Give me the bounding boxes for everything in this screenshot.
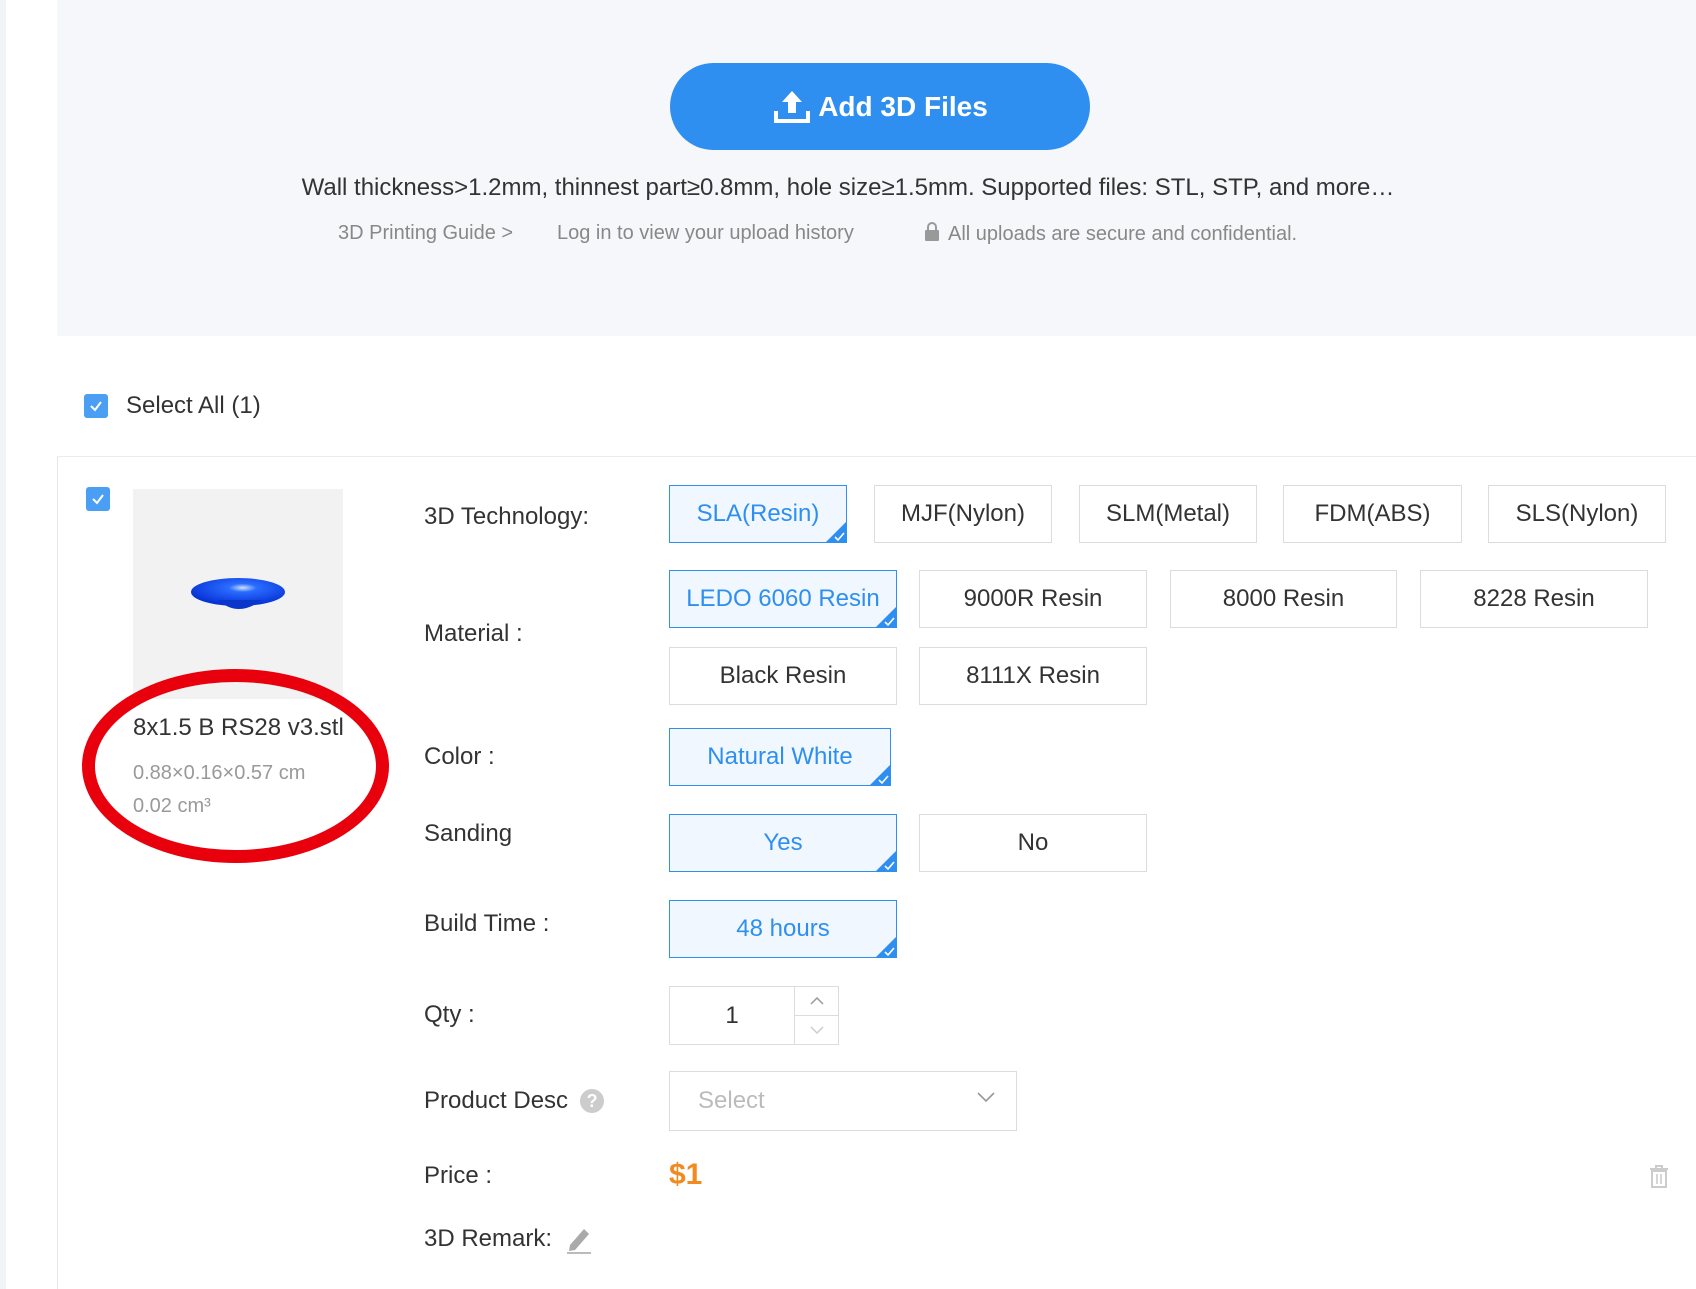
product-desc-label: Product Desc ? — [424, 1087, 605, 1115]
secure-note: All uploads are secure and confidential. — [924, 222, 1297, 246]
select-all-checkbox[interactable] — [84, 394, 108, 418]
quantity-stepper[interactable]: 1 — [669, 986, 839, 1045]
select-all-label: Select All (1) — [126, 392, 261, 419]
check-icon — [90, 401, 102, 412]
material-option-black[interactable]: Black Resin — [669, 647, 897, 705]
upload-history-link[interactable]: Log in to view your upload history — [557, 222, 854, 245]
option-label: 48 hours — [736, 915, 830, 942]
option-label: 9000R Resin — [963, 585, 1103, 612]
option-label: LEDO 6060 Resin — [686, 585, 880, 612]
option-label: 8228 Resin — [1473, 585, 1595, 612]
check-icon — [878, 775, 889, 785]
select-all[interactable]: Select All (1) — [84, 392, 261, 420]
item-checkbox[interactable] — [86, 487, 110, 511]
chevron-down-icon — [809, 1026, 824, 1035]
chevron-up-icon — [809, 996, 824, 1005]
material-option-8228[interactable]: 8228 Resin — [1420, 570, 1648, 628]
material-option-9000r[interactable]: 9000R Resin — [919, 570, 1147, 628]
add-3d-files-button[interactable]: Add 3D Files — [670, 63, 1090, 150]
option-label: MJF(Nylon) — [901, 500, 1025, 527]
upload-area — [57, 0, 1696, 336]
edit-icon[interactable] — [564, 1223, 594, 1255]
technology-option-sla[interactable]: SLA(Resin) — [669, 485, 847, 543]
color-label: Color : — [424, 743, 495, 770]
option-label: 8000 Resin — [1222, 585, 1345, 612]
trash-icon[interactable] — [1647, 1163, 1671, 1189]
qty-label: Qty : — [424, 1001, 475, 1028]
technology-option-mjf[interactable]: MJF(Nylon) — [874, 485, 1052, 543]
remark-text: 3D Remark: — [424, 1225, 553, 1252]
option-label: FDM(ABS) — [1314, 500, 1431, 527]
technology-label: 3D Technology: — [424, 503, 589, 530]
check-icon — [884, 861, 895, 871]
option-label: No — [1017, 829, 1049, 856]
build-time-label: Build Time : — [424, 910, 550, 937]
technology-option-fdm[interactable]: FDM(ABS) — [1283, 485, 1462, 543]
option-label: SLS(Nylon) — [1515, 500, 1639, 527]
upload-icon — [774, 90, 811, 123]
check-icon — [92, 494, 104, 505]
sanding-label: Sanding — [424, 820, 513, 847]
material-option-ledo-6060[interactable]: LEDO 6060 Resin — [669, 570, 897, 628]
option-label: SLM(Metal) — [1105, 500, 1231, 527]
upload-hint: Wall thickness>1.2mm, thinnest part≥0.8m… — [301, 174, 1395, 201]
model-thumbnail[interactable] — [133, 489, 343, 699]
divider — [57, 456, 1696, 457]
check-icon — [884, 617, 895, 627]
option-label: SLA(Resin) — [696, 500, 820, 527]
quantity-value[interactable]: 1 — [670, 987, 795, 1044]
material-option-8111x[interactable]: 8111X Resin — [919, 647, 1147, 705]
option-label: Natural White — [707, 743, 853, 770]
printing-guide-link[interactable]: 3D Printing Guide > — [338, 222, 513, 245]
select-placeholder: Select — [698, 1087, 765, 1114]
material-label: Material : — [424, 620, 523, 647]
product-desc-text: Product Desc — [424, 1087, 569, 1114]
help-icon[interactable]: ? — [580, 1089, 605, 1113]
option-label: Yes — [763, 829, 803, 856]
check-icon — [834, 532, 845, 542]
lock-icon — [925, 222, 939, 241]
secure-note-text: All uploads are secure and confidential. — [948, 223, 1298, 245]
material-option-8000[interactable]: 8000 Resin — [1170, 570, 1397, 628]
technology-option-sls[interactable]: SLS(Nylon) — [1488, 485, 1666, 543]
sanding-option-no[interactable]: No — [919, 814, 1147, 872]
price-value: $1 — [669, 1158, 703, 1191]
check-icon — [884, 947, 895, 957]
option-label: Black Resin — [719, 662, 847, 689]
upload-links: 3D Printing Guide > Log in to view your … — [0, 222, 1696, 252]
color-option-natural-white[interactable]: Natural White — [669, 728, 891, 786]
build-time-option-48h[interactable]: 48 hours — [669, 900, 897, 958]
option-label: 8111X Resin — [966, 662, 1100, 689]
remark-label: 3D Remark: — [424, 1223, 594, 1255]
technology-option-slm[interactable]: SLM(Metal) — [1079, 485, 1257, 543]
chevron-down-icon — [977, 1092, 995, 1103]
price-label: Price : — [424, 1162, 493, 1189]
increment-button[interactable] — [795, 987, 838, 1016]
product-desc-select[interactable]: Select — [669, 1071, 1017, 1131]
add-3d-files-label: Add 3D Files — [818, 90, 988, 122]
model-preview — [191, 578, 285, 609]
panel-border — [57, 457, 58, 1289]
annotation-circle — [82, 669, 389, 863]
sanding-option-yes[interactable]: Yes — [669, 814, 897, 872]
decrement-button[interactable] — [795, 1016, 838, 1044]
